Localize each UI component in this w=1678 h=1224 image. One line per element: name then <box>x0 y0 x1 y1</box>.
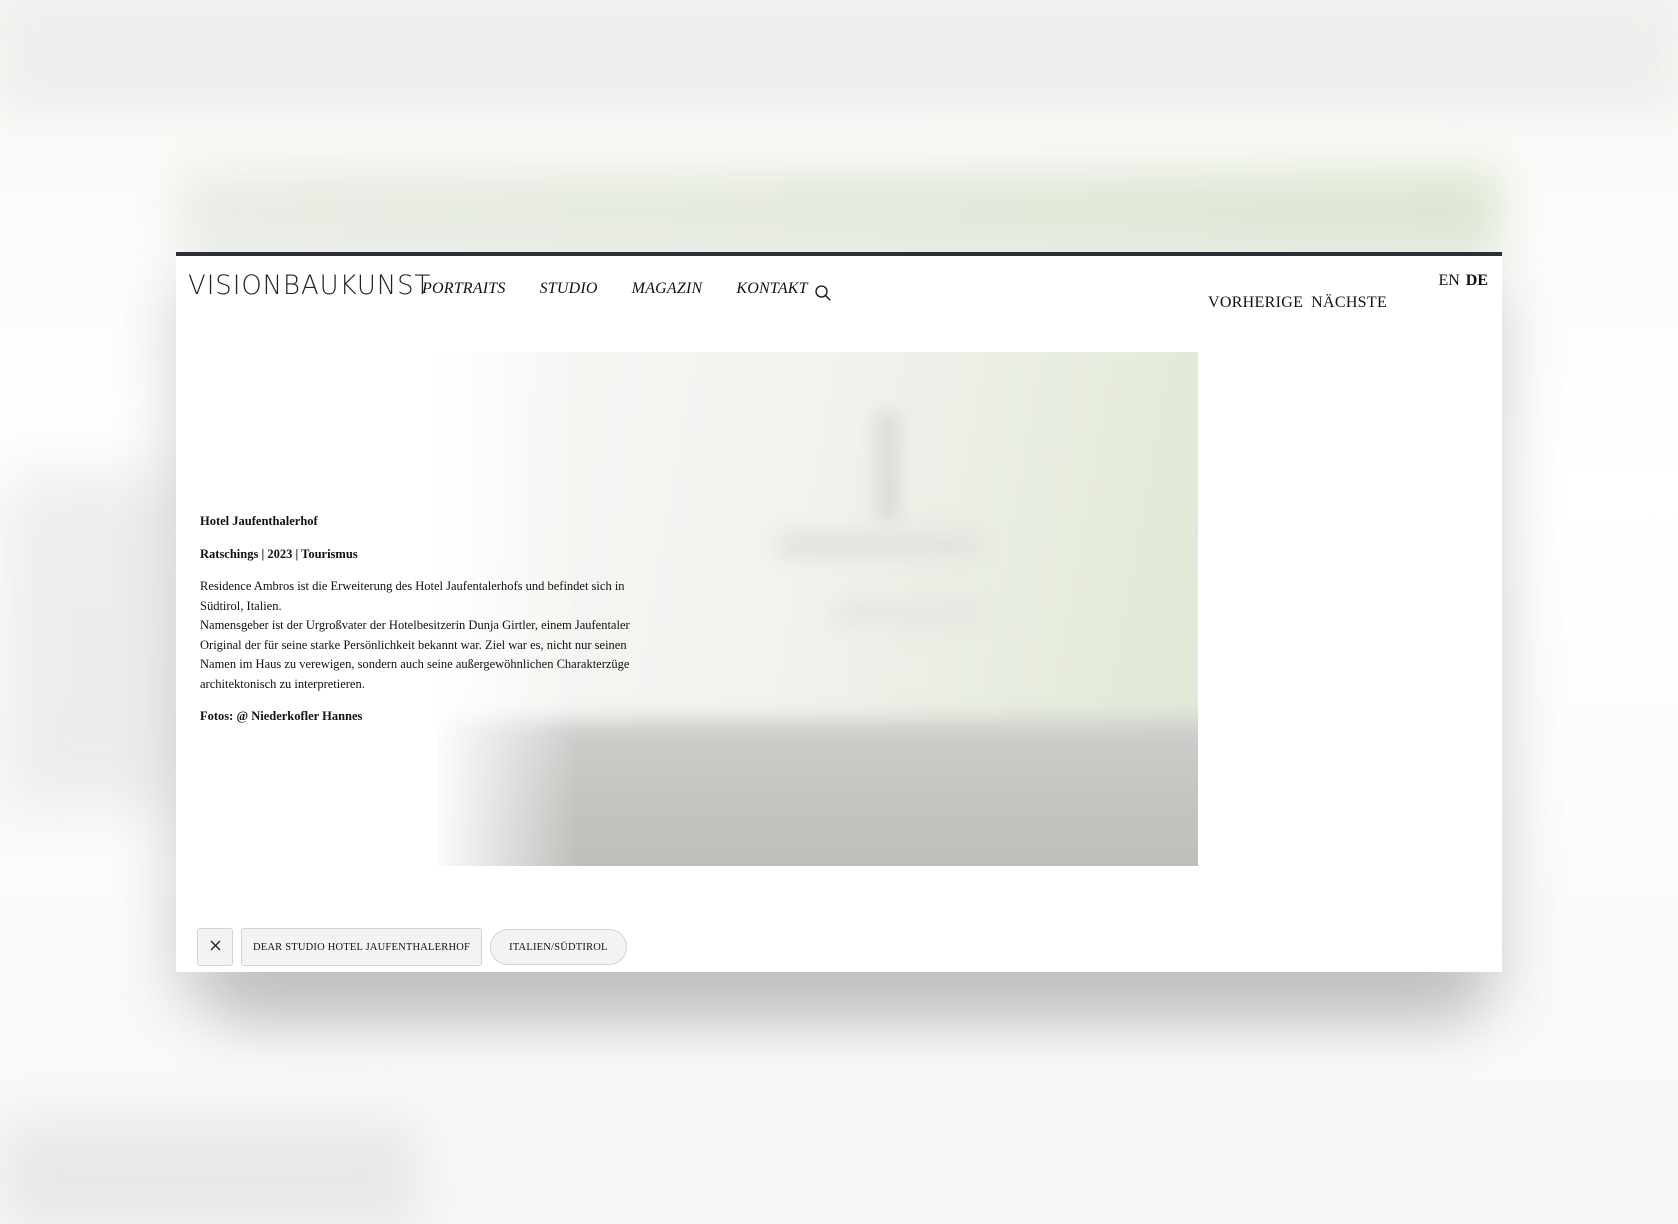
photo-shape <box>778 532 978 558</box>
lang-de[interactable]: DE <box>1466 272 1488 290</box>
nav-item-magazin[interactable]: MAGAZIN <box>632 280 703 298</box>
project-description: Residence Ambros ist die Erweiterung des… <box>200 577 640 694</box>
photo-credit: Fotos: @ Niederkofler Hannes <box>200 709 363 723</box>
project-pager: VORHERIGE NÄCHSTE <box>1208 294 1387 312</box>
background-top-bar <box>0 0 1678 110</box>
photo-shape <box>838 602 978 624</box>
project-info: Hotel Jaufenthalerhof Ratschings | 2023 … <box>200 512 640 727</box>
nav-item-portraits[interactable]: PORTRAITS <box>422 280 506 298</box>
description-paragraph: Residence Ambros ist die Erweiterung des… <box>200 579 625 613</box>
project-modal: VISIONBAUKUNST PORTRAITS STUDIO MAGAZIN … <box>176 252 1502 972</box>
site-header: VISIONBAUKUNST PORTRAITS STUDIO MAGAZIN … <box>176 256 1502 316</box>
background-left-block <box>0 470 180 810</box>
tag-studio[interactable]: DEAR STUDIO HOTEL JAUFENTHALERHOF <box>241 928 483 966</box>
next-link[interactable]: NÄCHSTE <box>1311 294 1387 312</box>
tag-bar: DEAR STUDIO HOTEL JAUFENTHALERHOF ITALIE… <box>197 928 627 966</box>
photo-post <box>876 412 900 522</box>
project-meta: Ratschings | 2023 | Tourismus <box>200 546 358 561</box>
close-button[interactable] <box>197 928 233 966</box>
main-nav: PORTRAITS STUDIO MAGAZIN KONTAKT <box>422 280 808 298</box>
language-switcher: EN DE <box>1438 272 1488 290</box>
description-paragraph: Namensgeber ist der Urgroßvater der Hote… <box>200 618 630 691</box>
nav-item-studio[interactable]: STUDIO <box>540 280 598 298</box>
site-logo[interactable]: VISIONBAUKUNST <box>188 270 431 301</box>
lang-en[interactable]: EN <box>1438 272 1459 290</box>
background-hero-image <box>180 170 1500 250</box>
project-title: Hotel Jaufenthalerhof <box>200 514 318 528</box>
background-bottom-block <box>0 1120 420 1224</box>
search-icon[interactable] <box>814 284 832 302</box>
nav-item-kontakt[interactable]: KONTAKT <box>736 280 807 298</box>
previous-link[interactable]: VORHERIGE <box>1208 294 1303 312</box>
tag-location[interactable]: ITALIEN/SÜDTIROL <box>490 929 627 965</box>
close-icon <box>210 938 221 956</box>
